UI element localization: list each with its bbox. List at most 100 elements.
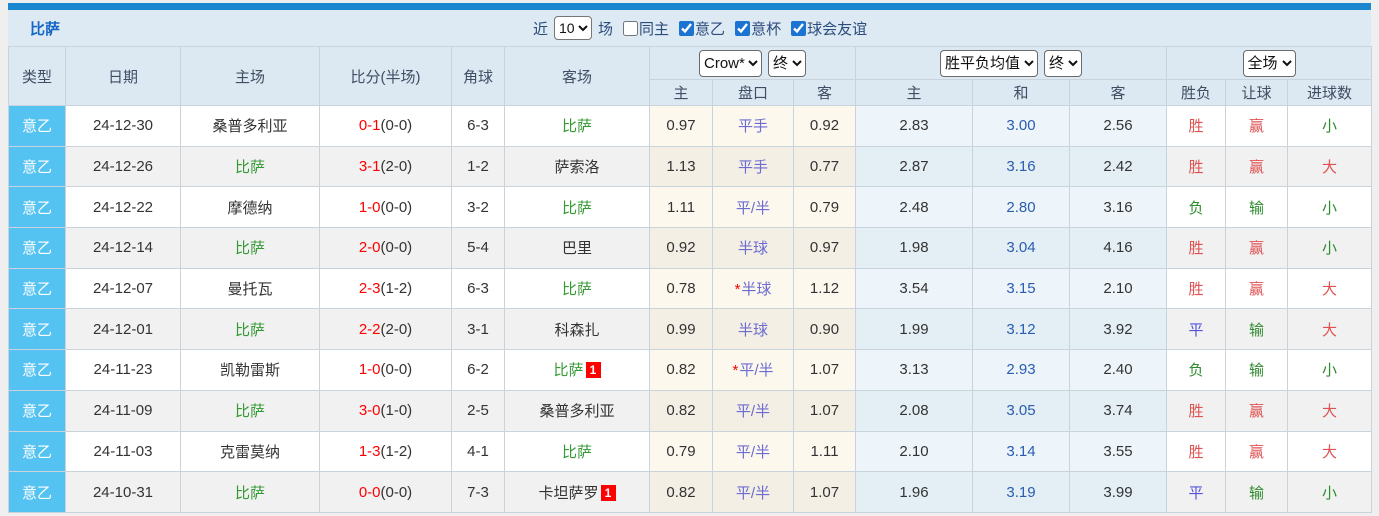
filter-serie-b[interactable]: 意乙 <box>673 18 725 39</box>
league-cell[interactable]: 意乙 <box>8 430 66 473</box>
italy-cup-checkbox[interactable] <box>735 20 751 36</box>
result-cell: 负 <box>1166 186 1227 229</box>
changed-handicap-star: * <box>734 281 741 299</box>
table-row: 意乙 24-10-31 比萨 0-0(0-0) 7-3 卡坦萨罗 1 0.82 平… <box>8 471 1373 513</box>
changed-handicap-star: * <box>732 362 739 380</box>
avg-type-select[interactable]: 胜平负均值 <box>940 49 1039 77</box>
score-cell: 0-1(0-0) <box>319 105 452 147</box>
date-cell: 24-11-09 <box>65 389 181 432</box>
avg-draw-cell: 3.00 <box>972 105 1070 147</box>
league-cell[interactable]: 意乙 <box>8 267 66 310</box>
avg-away-cell: 3.99 <box>1068 471 1168 513</box>
goals-cell: 小 <box>1287 227 1373 269</box>
avg-time-select[interactable]: 终 <box>1044 49 1083 77</box>
odds-away-cell: 1.12 <box>793 267 856 310</box>
handicap-text: 平/半 <box>735 403 771 421</box>
handicap-result-cell: 赢 <box>1225 145 1289 188</box>
fulltime-score: 2-3 <box>358 280 381 298</box>
same-home-checkbox[interactable] <box>623 20 639 36</box>
corner-cell: 4-1 <box>451 430 505 473</box>
avg-away-cell: 3.92 <box>1068 308 1168 351</box>
home-team-cell: 桑普多利亚 <box>180 105 320 147</box>
date-cell: 24-11-03 <box>65 430 181 473</box>
filter-same-home[interactable]: 同主 <box>617 18 669 39</box>
fulltime-group-header: 全场 <box>1166 46 1373 80</box>
recent-count-select[interactable]: 10 <box>554 16 593 40</box>
header-score: 比分(半场) <box>319 46 452 106</box>
filter-club-friendly[interactable]: 球会友谊 <box>785 18 867 39</box>
league-cell[interactable]: 意乙 <box>8 389 66 432</box>
league-cell[interactable]: 意乙 <box>8 105 66 147</box>
avg-draw-cell: 2.80 <box>972 186 1070 229</box>
avg-away-cell: 2.10 <box>1068 267 1168 310</box>
table-row: 意乙 24-12-01 比萨 2-2(2-0) 3-1 科森扎 0.99 半球 … <box>8 308 1373 351</box>
handicap-text: 平手 <box>737 118 768 136</box>
goals-cell: 大 <box>1287 267 1373 310</box>
odds-away-cell: 0.90 <box>793 308 856 351</box>
halftime-score: (0-0) <box>380 361 413 379</box>
table-row: 意乙 24-11-03 克雷莫纳 1-3(1-2) 4-1 比萨 0.79 平/… <box>8 430 1373 473</box>
date-cell: 24-12-30 <box>65 105 181 147</box>
handicap-text: 平/半 <box>735 484 771 502</box>
subheader-handicap: 盘口 <box>712 79 794 106</box>
result-cell: 胜 <box>1166 227 1227 269</box>
date-cell: 24-11-23 <box>65 349 181 391</box>
serie-b-checkbox[interactable] <box>679 20 695 36</box>
handicap-result-cell: 赢 <box>1225 267 1289 310</box>
odds-time-select[interactable]: 终 <box>768 49 806 77</box>
avg-draw-cell: 3.14 <box>972 430 1070 473</box>
filter-controls: 近 10 场 同主 意乙 意杯 球会友谊 <box>533 10 867 46</box>
score-cell: 0-0(0-0) <box>319 471 452 513</box>
away-team-cell: 巴里 <box>504 227 650 269</box>
fulltime-score: 3-1 <box>358 158 381 176</box>
league-cell[interactable]: 意乙 <box>8 145 66 188</box>
table-row: 意乙 24-11-23 凯勒雷斯 1-0(0-0) 6-2 比萨 1 0.82 *… <box>8 349 1373 391</box>
goals-cell: 小 <box>1287 349 1373 391</box>
fulltime-score: 3-0 <box>358 402 381 420</box>
avg-home-cell: 1.96 <box>855 471 973 513</box>
avg-group-header: 胜平负均值 终 <box>854 46 1168 80</box>
filter-italy-cup[interactable]: 意杯 <box>729 18 781 39</box>
handicap-cell: 平/半 <box>712 430 794 473</box>
away-team-cell: 比萨 <box>504 430 650 473</box>
league-cell[interactable]: 意乙 <box>8 186 66 229</box>
halftime-score: (0-0) <box>380 483 413 501</box>
odds-away-cell: 0.92 <box>793 105 856 147</box>
result-cell: 平 <box>1166 471 1227 513</box>
halftime-score: (1-2) <box>380 442 413 460</box>
corner-cell: 6-3 <box>451 267 505 310</box>
avg-home-cell: 2.48 <box>855 186 973 229</box>
odds-away-cell: 0.79 <box>793 186 856 229</box>
league-cell[interactable]: 意乙 <box>8 308 66 351</box>
odds-company-select[interactable]: Crow* <box>699 49 762 77</box>
odds-home-cell: 0.78 <box>649 267 713 310</box>
avg-away-cell: 3.16 <box>1068 186 1168 229</box>
club-friendly-checkbox[interactable] <box>791 20 807 36</box>
handicap-text: 平手 <box>737 159 768 177</box>
handicap-result-cell: 输 <box>1225 349 1289 391</box>
table-row: 意乙 24-12-30 桑普多利亚 0-1(0-0) 6-3 比萨 0.97 平… <box>8 105 1373 147</box>
home-team-cell: 比萨 <box>180 308 320 351</box>
league-cell[interactable]: 意乙 <box>8 349 66 391</box>
odds-away-cell: 1.07 <box>793 349 856 391</box>
serie-b-label: 意乙 <box>695 20 726 38</box>
subheader-result: 胜负 <box>1166 79 1227 106</box>
avg-away-cell: 4.16 <box>1068 227 1168 269</box>
league-cell[interactable]: 意乙 <box>8 227 66 269</box>
score-cell: 2-0(0-0) <box>319 227 452 269</box>
avg-draw-cell: 3.15 <box>972 267 1070 310</box>
avg-home-cell: 2.08 <box>855 389 973 432</box>
league-cell[interactable]: 意乙 <box>8 471 66 513</box>
avg-home-cell: 1.98 <box>855 227 973 269</box>
odds-home-cell: 0.97 <box>649 105 713 147</box>
away-team-cell: 比萨 <box>504 267 650 310</box>
date-cell: 24-12-07 <box>65 267 181 310</box>
corner-cell: 3-1 <box>451 308 505 351</box>
team-title: 比萨 <box>30 20 61 38</box>
handicap-cell: 平/半 <box>712 389 794 432</box>
fulltime-score: 0-1 <box>358 117 381 135</box>
away-team-cell: 桑普多利亚 <box>504 389 650 432</box>
fulltime-select[interactable]: 全场 <box>1242 49 1296 77</box>
red-card-badge: 1 <box>600 484 616 501</box>
header-date: 日期 <box>65 46 181 106</box>
